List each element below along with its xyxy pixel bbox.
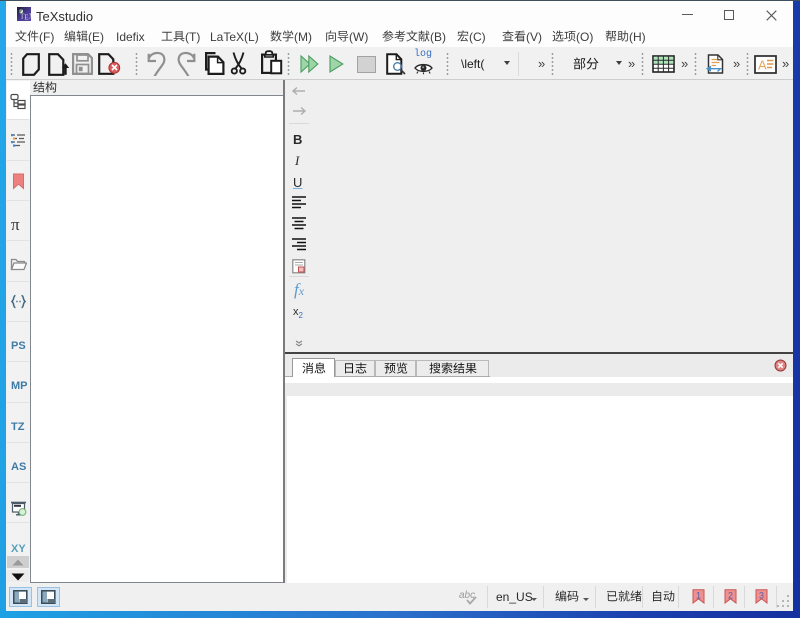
svg-text:TEX: TEX bbox=[20, 13, 31, 22]
svg-text:1: 1 bbox=[696, 591, 701, 601]
svg-text:2: 2 bbox=[728, 591, 733, 601]
svg-text:3: 3 bbox=[759, 591, 764, 601]
svg-text:A: A bbox=[758, 58, 767, 73]
